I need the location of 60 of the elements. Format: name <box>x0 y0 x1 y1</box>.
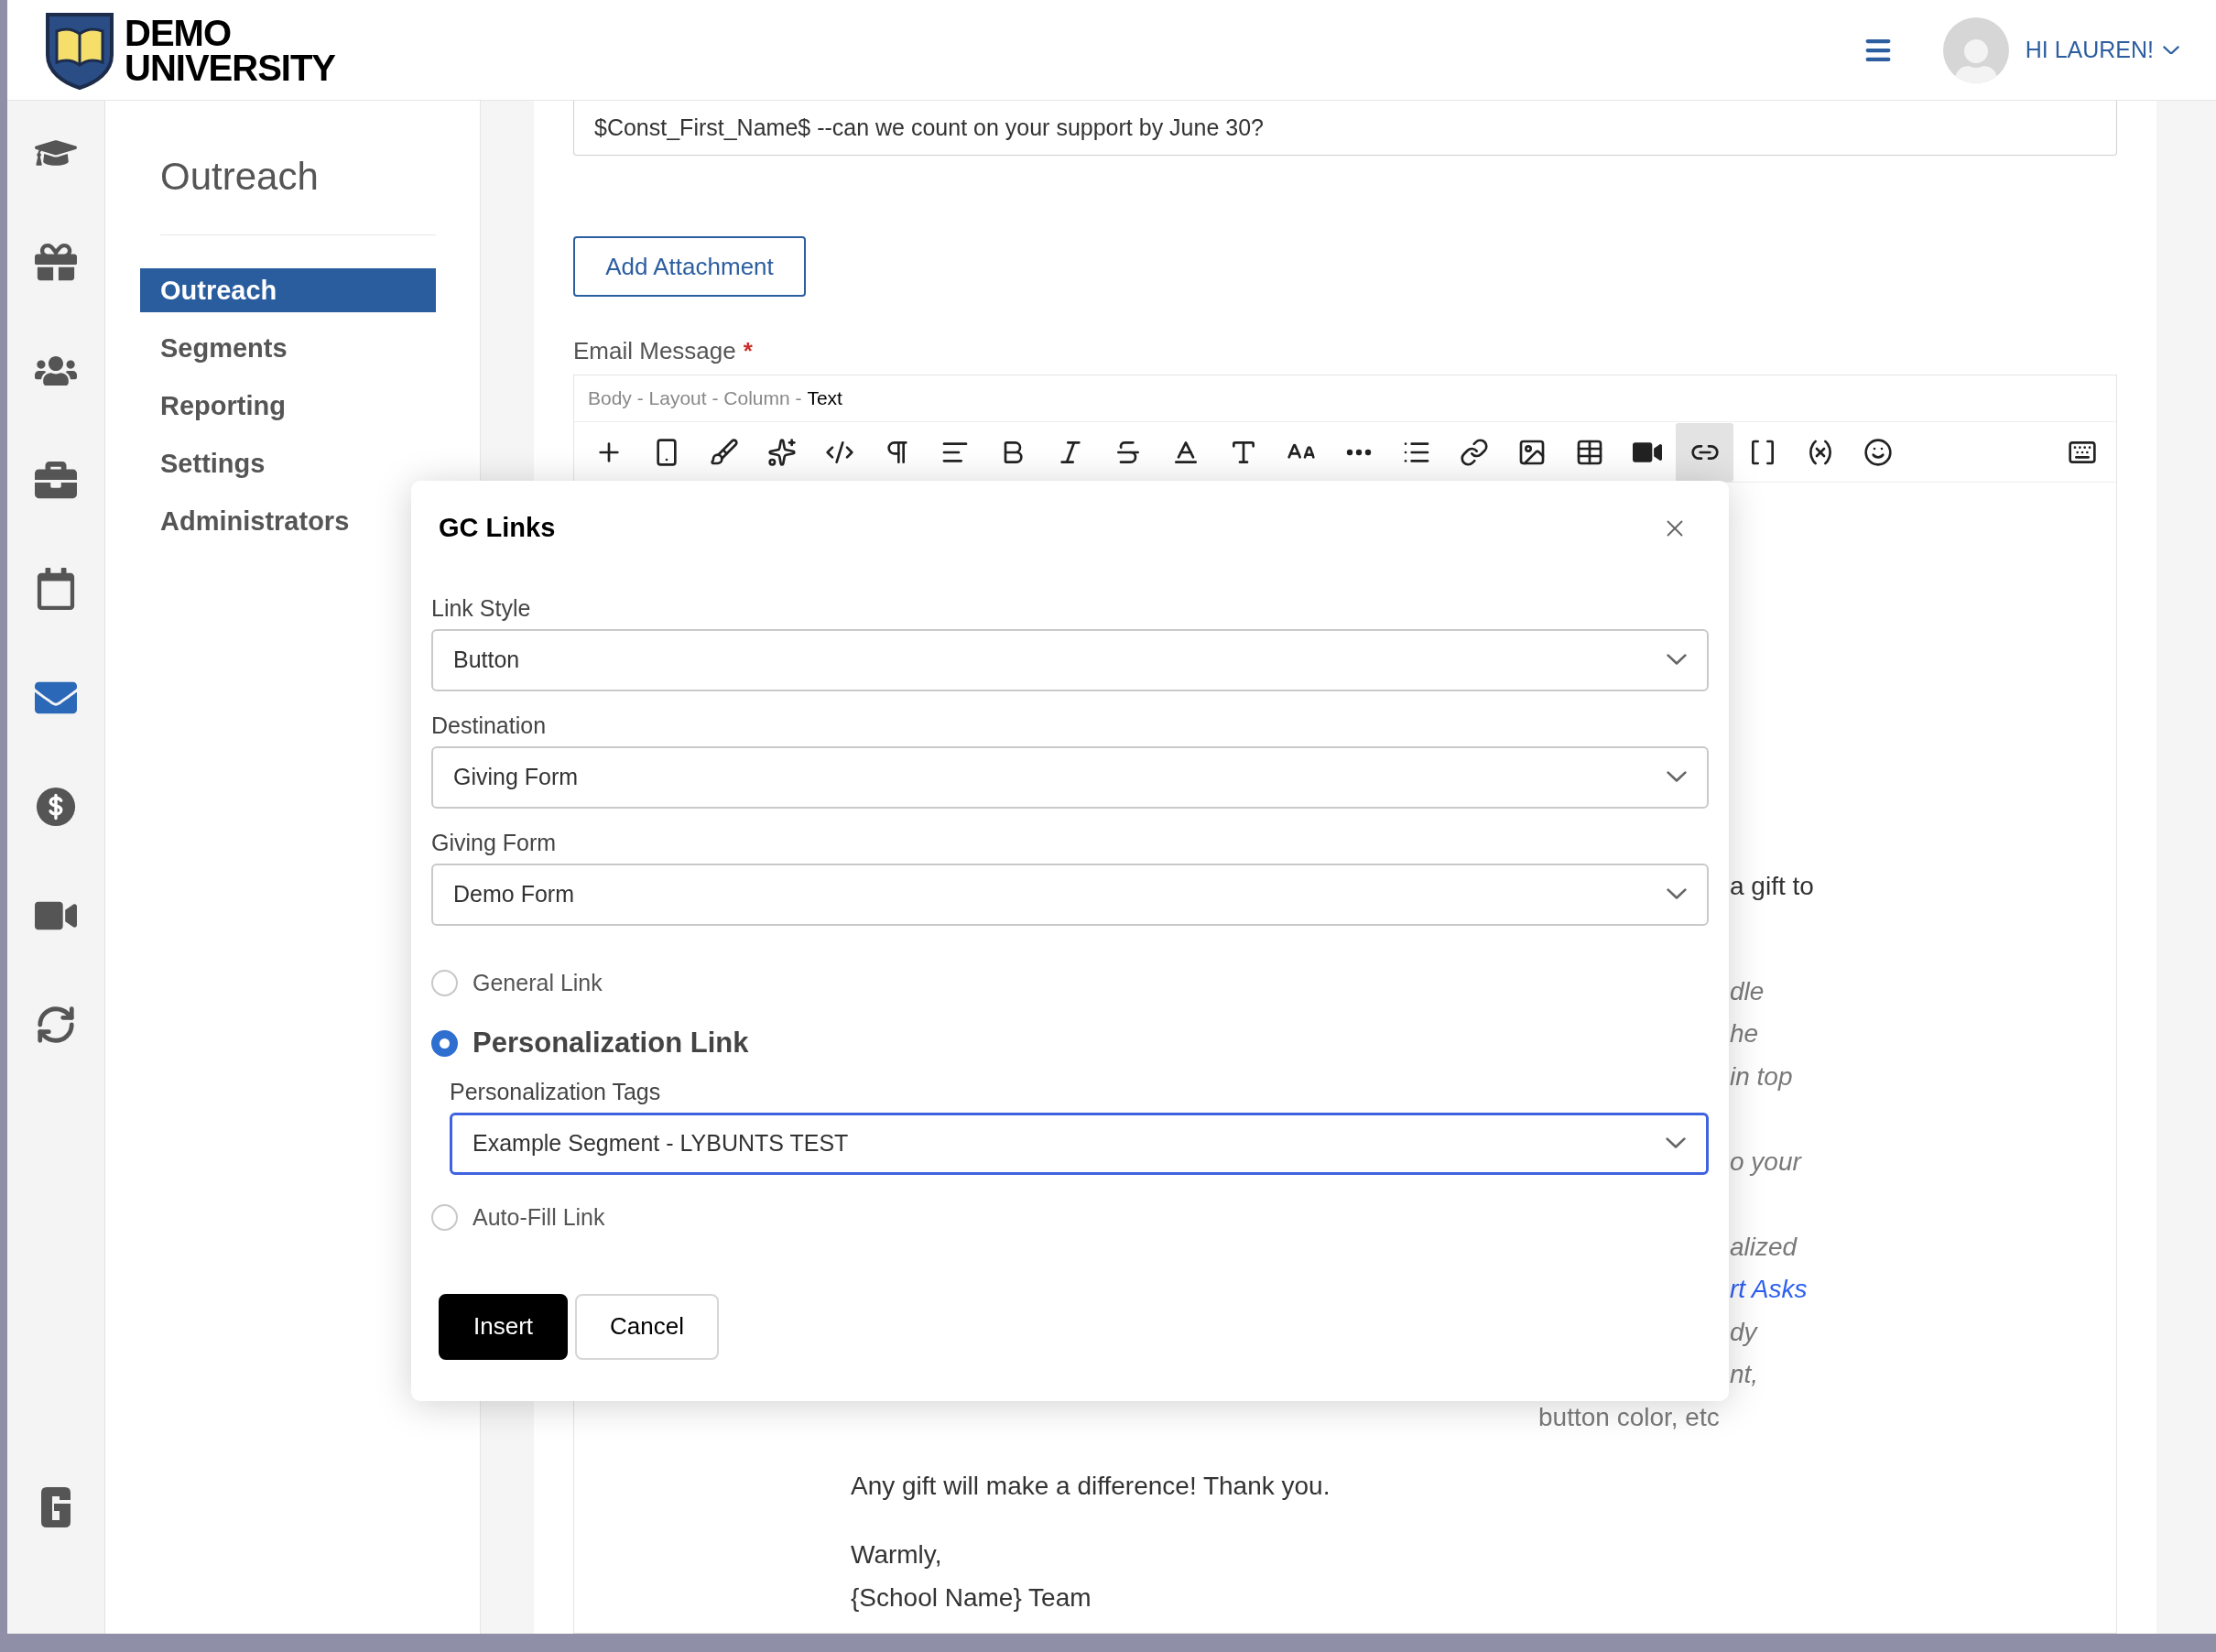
body-text: alized <box>1730 1232 1798 1261</box>
sync-icon[interactable] <box>35 1004 77 1046</box>
calendar-icon[interactable] <box>35 568 77 610</box>
radio-option[interactable]: Personalization Link <box>431 1013 1709 1074</box>
gift-icon[interactable] <box>35 241 77 283</box>
sparkles-icon <box>766 437 797 467</box>
body-text: a gift to <box>1730 872 1814 900</box>
body-text: in top <box>1730 1061 1793 1091</box>
chevron-down-icon <box>1667 771 1687 783</box>
field-label: Email Message <box>573 336 736 366</box>
body-text: Warmly, <box>851 1540 942 1569</box>
shield-book-logo-icon <box>44 10 115 90</box>
radio-option[interactable]: General Link <box>431 952 1709 1014</box>
chevron-down-icon <box>1667 888 1687 900</box>
body-text: {School Name} Team <box>851 1583 1092 1612</box>
body-text: button color, etc <box>1538 1402 1720 1431</box>
section-title: Outreach <box>160 154 320 200</box>
select-field[interactable]: Button <box>431 628 1709 691</box>
add-attachment-button[interactable]: Add Attachment <box>573 236 806 297</box>
radio-button[interactable] <box>431 1030 458 1057</box>
body-text: dy <box>1730 1317 1757 1346</box>
body-text: o your <box>1730 1147 1801 1176</box>
sidebar-item[interactable]: Reporting <box>140 384 436 428</box>
toolbar-button[interactable] <box>1676 422 1733 482</box>
insert-button[interactable]: Insert <box>439 1293 569 1360</box>
chevron-down-icon <box>1667 654 1687 666</box>
sidebar-item[interactable]: Outreach <box>140 268 436 312</box>
sidebar-item[interactable]: Settings <box>140 441 436 485</box>
smile-icon <box>1863 437 1893 467</box>
field-label: Personalization Tags <box>450 1077 662 1105</box>
body-text: nt, <box>1730 1360 1759 1388</box>
chevron-down-icon <box>2163 45 2179 55</box>
field-label: Link Style <box>431 593 532 622</box>
breadcrumb: Body - Layout - Column - Text <box>574 375 2116 422</box>
dialog-title: GC Links <box>439 512 556 544</box>
briefcase-icon[interactable] <box>35 459 77 501</box>
select-field[interactable]: Example Segment - LYBUNTS TEST <box>450 1112 1709 1175</box>
body-text: he <box>1730 1019 1759 1048</box>
subject-field[interactable]: $Const_First_Name$ --can we count on your support by June 30? <box>573 101 2117 156</box>
select-field[interactable]: Demo Form <box>431 863 1709 926</box>
chevron-down-icon <box>1666 1137 1686 1149</box>
field-label: Destination <box>431 711 548 739</box>
link[interactable]: rt Asks <box>1730 1275 1808 1303</box>
brand-name: UNIVERSITY <box>125 49 336 85</box>
body-text: dle <box>1730 976 1765 1005</box>
dollar-icon[interactable] <box>35 786 77 828</box>
radio-button[interactable] <box>431 1204 458 1231</box>
radio-option[interactable]: Auto-Fill Link <box>431 1187 1709 1248</box>
required-mark: * <box>743 336 753 366</box>
ellipsis-icon <box>1345 448 1372 456</box>
select-field[interactable]: Giving Form <box>431 745 1709 809</box>
brand-name: DEMO <box>125 15 232 50</box>
body-text: Any gift will make a difference! Thank you. <box>851 1472 1331 1500</box>
sidebar-item[interactable]: Segments <box>140 326 436 370</box>
brush-icon <box>709 437 739 467</box>
radio-button[interactable] <box>431 970 458 996</box>
cancel-button[interactable]: Cancel <box>575 1293 719 1360</box>
link-icon <box>1459 437 1489 467</box>
user-menu-button[interactable]: HI LAUREN! <box>2025 32 2179 68</box>
field-label: Giving Form <box>431 828 558 856</box>
